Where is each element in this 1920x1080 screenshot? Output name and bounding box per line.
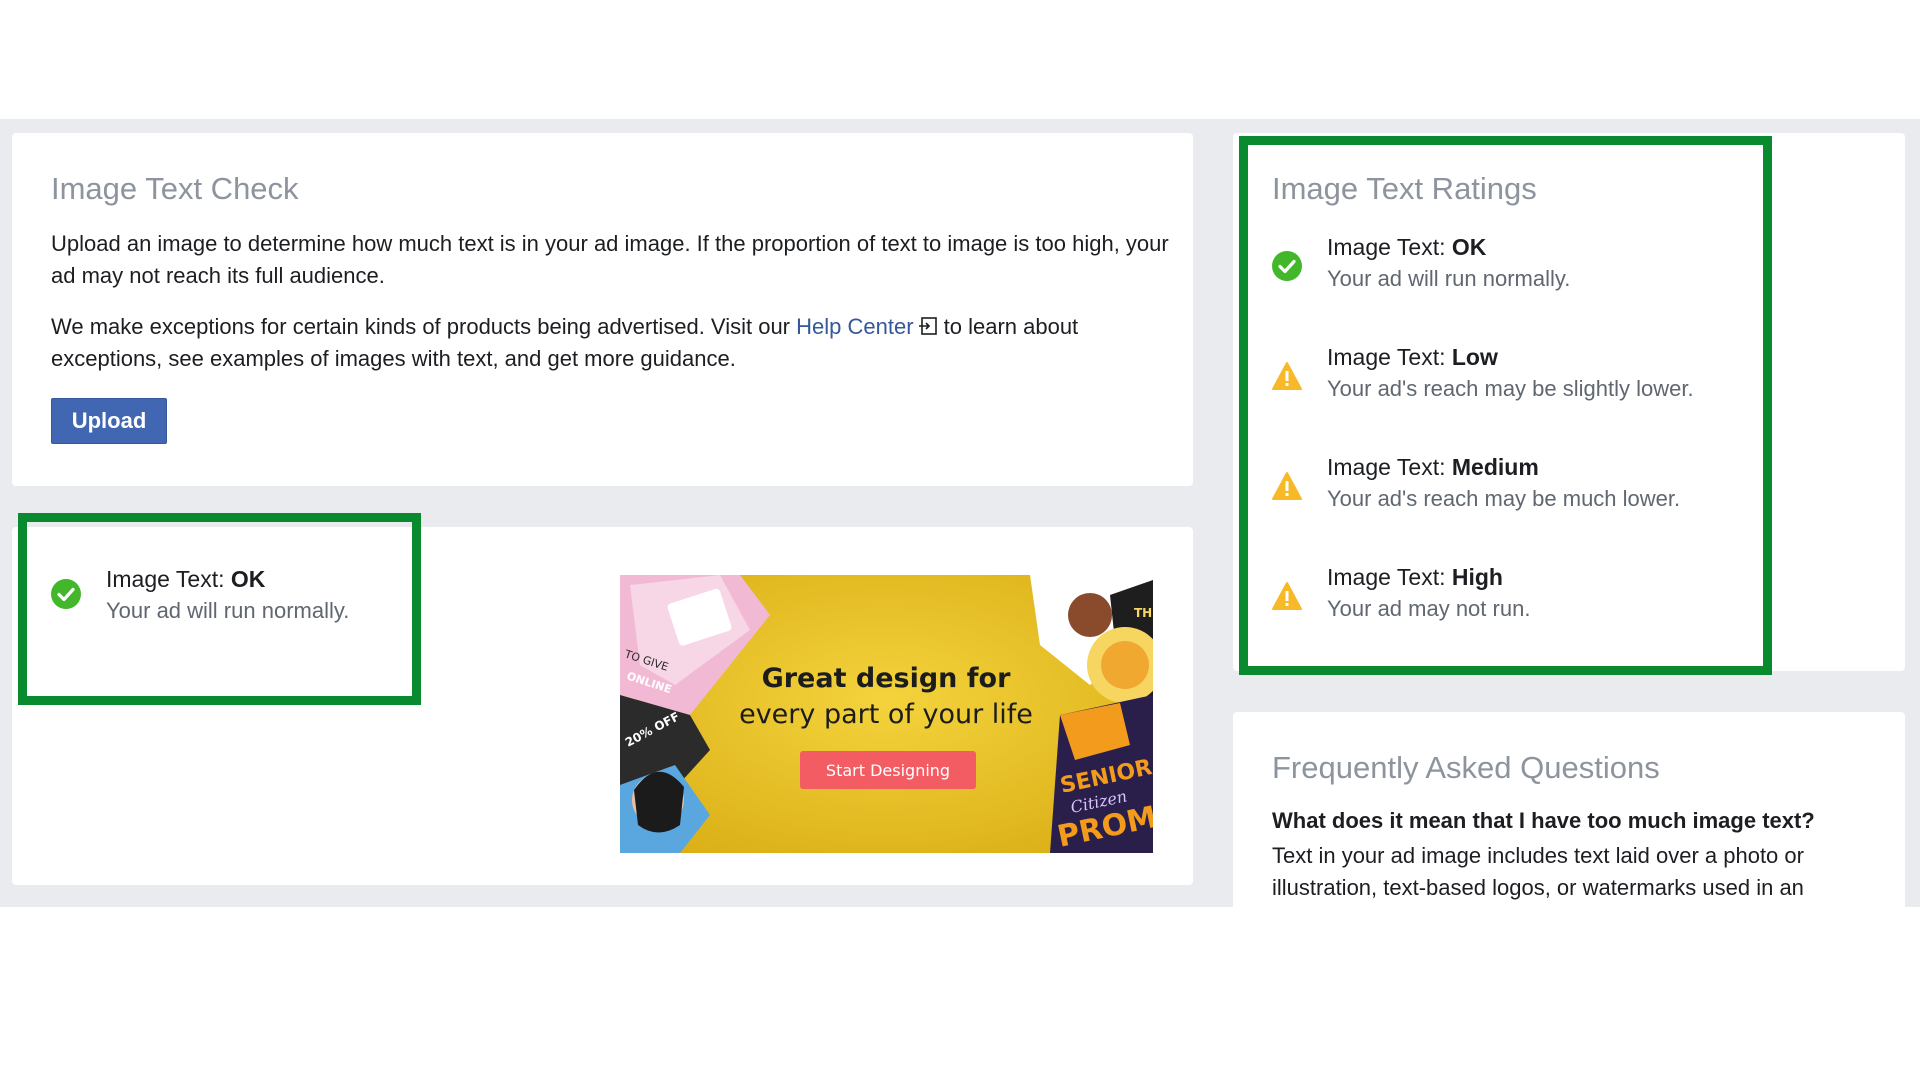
help-center-link[interactable]: Help Center <box>796 314 913 339</box>
faq-question[interactable]: What does it mean that I have too much i… <box>1272 808 1815 834</box>
faq-title: Frequently Asked Questions <box>1272 750 1660 785</box>
image-text-check-card: Image Text Check Upload an image to dete… <box>12 133 1193 486</box>
ad-preview-artwork: Great design for every part of your life… <box>620 575 1153 853</box>
ad-cta-label: Start Designing <box>826 761 950 780</box>
ad-preview-image: Great design for every part of your life… <box>620 575 1153 853</box>
external-link-icon[interactable] <box>918 316 938 336</box>
exceptions-text-before: We make exceptions for certain kinds of … <box>51 314 797 339</box>
intro-text: Upload an image to determine how much te… <box>51 231 1169 288</box>
faq-answer: Text in your ad image includes text laid… <box>1272 843 1804 900</box>
ad-poster-the: THE <box>1134 606 1153 620</box>
intro-paragraph: Upload an image to determine how much te… <box>51 228 1171 292</box>
result-highlight-box <box>18 513 421 705</box>
ad-headline-line1: Great design for <box>762 663 1012 694</box>
card-title: Image Text Check <box>51 171 299 206</box>
faq-card: Frequently Asked Questions What does it … <box>1233 712 1905 907</box>
upload-button[interactable]: Upload <box>51 398 167 444</box>
exceptions-paragraph: We make exceptions for certain kinds of … <box>51 311 1171 375</box>
ratings-highlight-box <box>1239 136 1772 675</box>
ad-headline-line2: every part of your life <box>739 699 1033 730</box>
